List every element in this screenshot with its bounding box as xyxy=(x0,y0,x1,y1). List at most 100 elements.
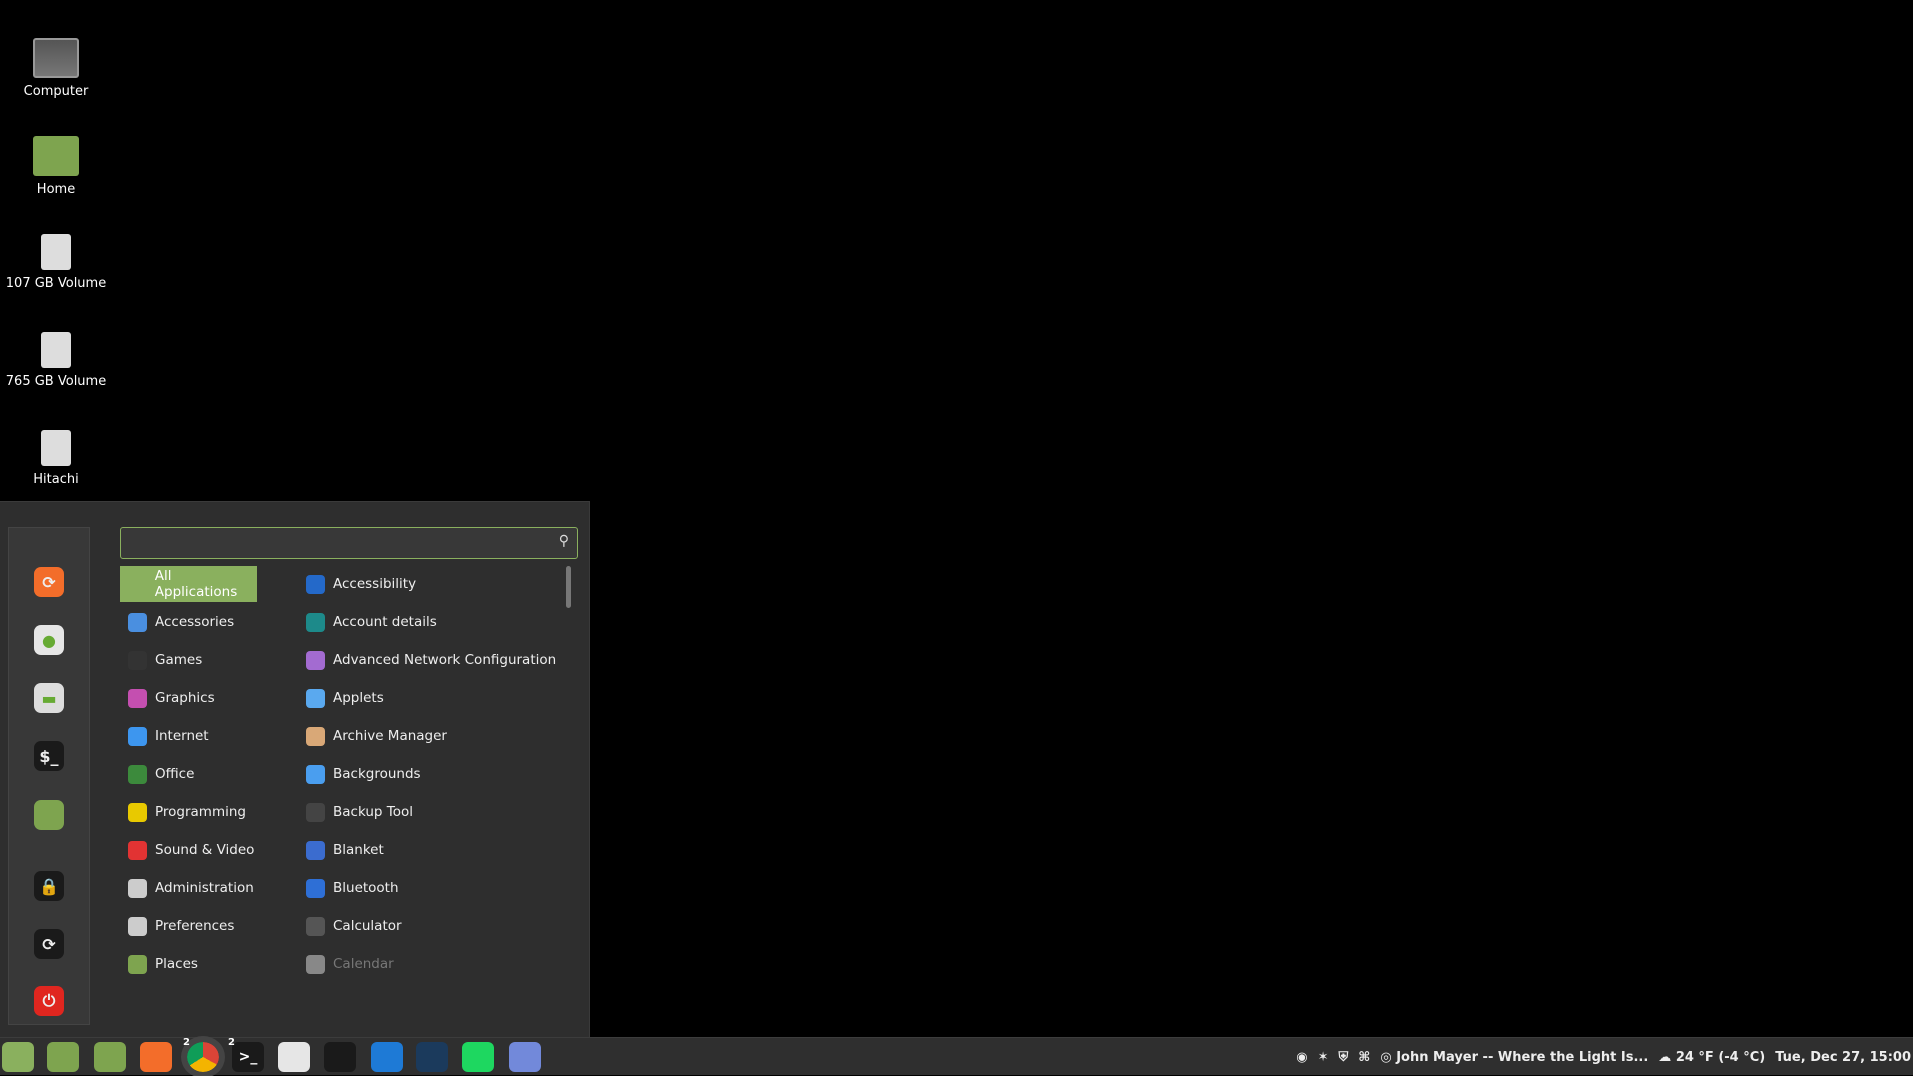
app-calendar[interactable]: Calendar xyxy=(298,946,558,982)
app-blanket[interactable]: Blanket xyxy=(298,832,558,868)
taskbar-show-desktop[interactable] xyxy=(47,1042,79,1072)
shutdown-icon: ⏻ xyxy=(42,991,56,1010)
system-settings-button[interactable]: ▬ xyxy=(34,683,64,713)
category-label: Administration xyxy=(155,880,254,896)
app-icon xyxy=(306,650,325,670)
search-icon: ⚲ xyxy=(558,533,569,549)
category-sound-video[interactable]: Sound & Video xyxy=(120,832,257,868)
wifi-icon[interactable]: ⌘ xyxy=(1358,1050,1370,1065)
category-accessories[interactable]: Accessories xyxy=(120,604,257,640)
category-internet[interactable]: Internet xyxy=(120,718,257,754)
desktop-icon-label: Home xyxy=(36,182,76,197)
taskbar-files[interactable] xyxy=(94,1042,126,1072)
taskbar-software-manager[interactable] xyxy=(278,1042,310,1072)
home-folder-icon xyxy=(33,136,79,176)
app-archive-manager[interactable]: Archive Manager xyxy=(298,718,558,754)
app-backgrounds[interactable]: Backgrounds xyxy=(298,756,558,792)
app-icon xyxy=(306,574,325,594)
desktop-icon[interactable]: Home xyxy=(0,136,112,197)
taskbar-steam[interactable] xyxy=(416,1042,448,1072)
search-input[interactable]: ⚲ xyxy=(120,527,578,559)
desktop-icon[interactable]: 765 GB Volume xyxy=(0,332,112,389)
taskbar-firefox[interactable] xyxy=(140,1042,172,1072)
category-label: Games xyxy=(155,652,203,668)
category-icon xyxy=(128,726,147,746)
category-label: Accessories xyxy=(155,614,235,630)
category-icon xyxy=(128,688,147,708)
monitor-icon xyxy=(33,38,79,78)
category-icon xyxy=(128,878,147,898)
taskbar-discord[interactable] xyxy=(509,1042,541,1072)
lock-screen-button[interactable]: 🔒 xyxy=(34,871,64,901)
weather-text: 24 °F (-4 °C) xyxy=(1675,1049,1766,1065)
app-label: Account details xyxy=(333,614,437,630)
app-bluetooth[interactable]: Bluetooth xyxy=(298,870,558,906)
firefox-button[interactable]: ⟳ xyxy=(34,567,64,597)
terminal-icon: >_ xyxy=(238,1049,258,1065)
taskbar-vscode[interactable] xyxy=(371,1042,403,1072)
now-playing: John Mayer -- Where the Light Is... xyxy=(1396,1049,1649,1065)
taskbar-calculator[interactable] xyxy=(324,1042,356,1072)
desktop-icon-label: 107 GB Volume xyxy=(5,276,107,291)
app-advanced-network-configuration[interactable]: Advanced Network Configuration xyxy=(298,642,558,678)
desktop-icon[interactable]: Hitachi xyxy=(0,430,112,487)
category-icon xyxy=(128,840,147,860)
steam-tray-icon[interactable]: ◉ xyxy=(1296,1050,1307,1065)
desktop-icon-label: Hitachi xyxy=(33,472,79,487)
app-label: Applets xyxy=(333,690,384,706)
clock[interactable]: Tue, Dec 27, 15:00 xyxy=(1775,1050,1911,1065)
app-label: Advanced Network Configuration xyxy=(333,652,557,668)
desktop-icon-label: 765 GB Volume xyxy=(5,374,107,389)
logout-button[interactable]: ⟳ xyxy=(34,929,64,959)
taskbar-terminal[interactable]: >_ 2 xyxy=(228,1037,264,1072)
category-programming[interactable]: Programming xyxy=(120,794,257,830)
category-icon xyxy=(128,916,147,936)
app-calculator[interactable]: Calculator xyxy=(298,908,558,944)
software-manager-icon: ● xyxy=(42,630,56,650)
desktop-icon[interactable]: 107 GB Volume xyxy=(0,234,112,291)
category-administration[interactable]: Administration xyxy=(120,870,257,906)
shutdown-button[interactable]: ⏻ xyxy=(34,986,64,1016)
category-games[interactable]: Games xyxy=(120,642,257,678)
favorites-sidebar: ⟳ ● ▬ $_ 🔒 ⟳ ⏻ xyxy=(8,527,90,1025)
weather[interactable]: ☁ 24 °F (-4 °C) xyxy=(1658,1050,1765,1065)
app-label: Archive Manager xyxy=(333,728,447,744)
taskbar-chrome[interactable]: 2 xyxy=(181,1036,225,1076)
category-all-applications[interactable]: All Applications xyxy=(120,566,257,602)
media-player[interactable]: ◎ John Mayer -- Where the Light Is... xyxy=(1380,1050,1648,1065)
app-backup-tool[interactable]: Backup Tool xyxy=(298,794,558,830)
shield-icon[interactable]: ⛨ xyxy=(1339,1050,1349,1065)
category-graphics[interactable]: Graphics xyxy=(120,680,257,716)
category-places[interactable]: Places xyxy=(120,946,257,982)
app-applets[interactable]: Applets xyxy=(298,680,558,716)
category-label: Internet xyxy=(155,728,209,744)
category-icon xyxy=(128,764,147,784)
category-office[interactable]: Office xyxy=(120,756,257,792)
category-preferences[interactable]: Preferences xyxy=(120,908,257,944)
system-settings-icon: ▬ xyxy=(41,688,57,708)
system-tray: ◉ ✶ ⛨ ⌘ ◎ John Mayer -- Where the Light … xyxy=(1296,1038,1913,1076)
taskbar-menu[interactable] xyxy=(2,1042,34,1072)
app-label: Backgrounds xyxy=(333,766,421,782)
category-label: Office xyxy=(155,766,195,782)
app-account-details[interactable]: Account details xyxy=(298,604,558,640)
category-icon xyxy=(128,612,147,632)
files-button[interactable] xyxy=(34,800,64,830)
software-manager-button[interactable]: ● xyxy=(34,625,64,655)
firefox-icon: ⟳ xyxy=(42,572,56,592)
bluetooth-icon[interactable]: ✶ xyxy=(1318,1050,1329,1065)
category-icon xyxy=(128,802,147,822)
app-icon xyxy=(306,916,325,936)
app-icon xyxy=(306,726,325,746)
category-label: Programming xyxy=(155,804,246,820)
taskbar-spotify[interactable] xyxy=(462,1042,494,1072)
app-accessibility[interactable]: Accessibility xyxy=(298,566,558,602)
app-icon xyxy=(306,878,325,898)
terminal-button[interactable]: $_ xyxy=(34,741,64,771)
desktop-icon-label: Computer xyxy=(23,84,89,99)
desktop-icon[interactable]: Computer xyxy=(0,38,112,99)
category-label: Sound & Video xyxy=(155,842,255,858)
app-icon xyxy=(306,688,325,708)
drive-icon xyxy=(41,234,71,270)
scrollbar[interactable] xyxy=(566,566,571,608)
